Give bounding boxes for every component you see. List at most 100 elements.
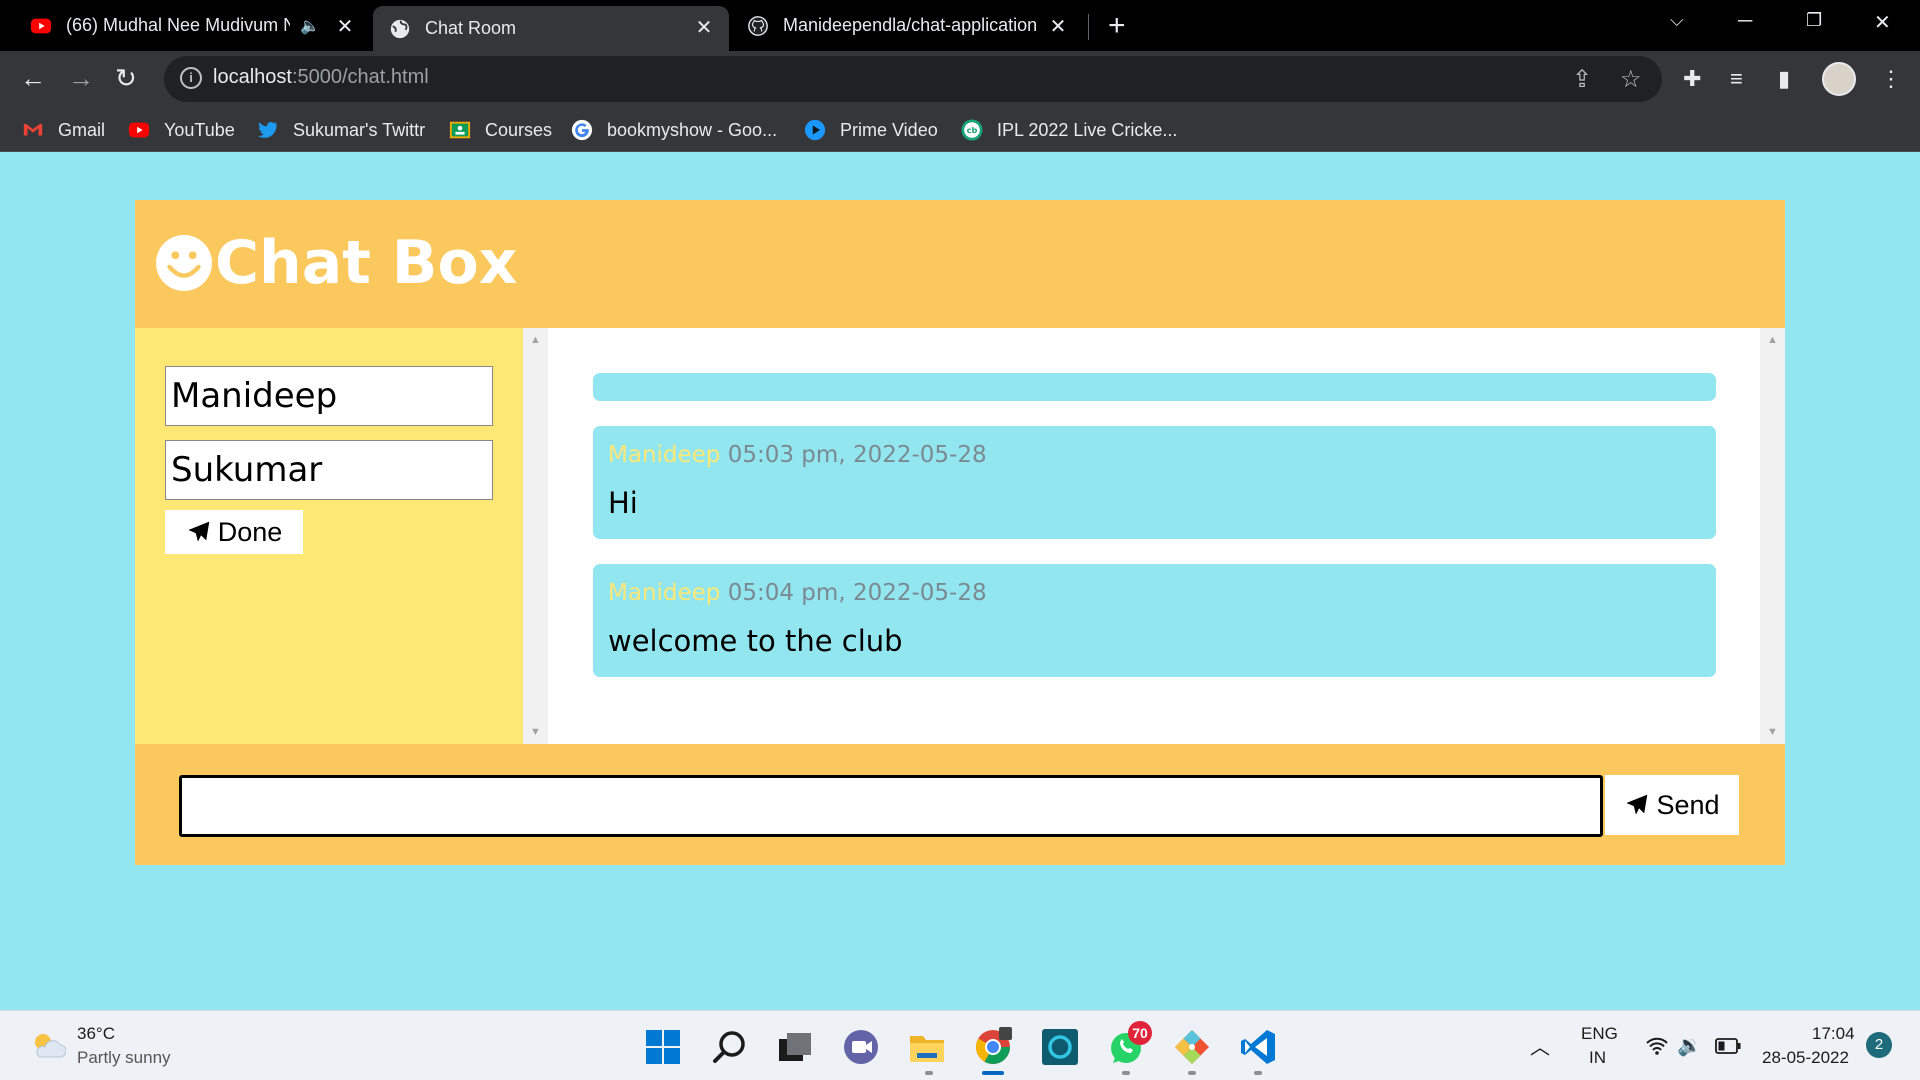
tab-title: Manideependla/chat-application [783,15,1038,35]
message-time: 05:04 pm, 2022-05-28 [727,580,987,606]
classroom-icon [449,121,471,139]
chat-box: Chat Box Done ▲ ▼ Manideep 05:03 pm, 202… [135,200,1785,865]
language-top[interactable]: ENG [1581,1024,1618,1044]
scroll-up-icon[interactable]: ▲ [530,334,541,346]
tab-chat-room[interactable]: Chat Room ✕ [373,6,729,51]
scroll-down-icon[interactable]: ▼ [1767,726,1778,738]
menu-icon[interactable]: ⋮ [1880,66,1902,92]
message-item: Manideep 05:04 pm, 2022-05-28 welcome to… [593,564,1716,677]
tab-github[interactable]: Manideependla/chat-application ✕ [733,0,1083,51]
bookmark-youtube[interactable]: YouTube [128,117,235,143]
audio-icon[interactable]: 🔈 [300,16,320,36]
url-text[interactable]: localhost:5000/chat.html [213,66,429,89]
message-item: Manideep 05:03 pm, 2022-05-28 Hi [593,426,1716,539]
recipient-input[interactable] [165,440,493,500]
message-text: Hi [608,486,638,520]
side-panel-icon[interactable]: ▮ [1778,66,1790,92]
clock-time[interactable]: 17:04 [1812,1024,1855,1044]
wifi-icon[interactable] [1645,1036,1669,1056]
cricbuzz-icon: cb [961,119,983,141]
partly-sunny-icon[interactable] [30,1031,66,1061]
gmail-icon [23,123,43,136]
search-icon[interactable] [710,1027,750,1067]
github-icon [748,15,768,36]
message-input[interactable] [179,775,1603,837]
teams-chat-icon[interactable] [841,1027,881,1067]
windows-start-icon[interactable] [643,1027,683,1067]
close-tab-icon[interactable]: ✕ [334,14,356,39]
notification-count[interactable]: 2 [1866,1032,1892,1058]
tab-strip: (66) Mudhal Nee Mudivum N 🔈 ✕ Chat Room … [0,0,1920,51]
clock-date[interactable]: 28-05-2022 [1762,1048,1849,1068]
minimize-icon[interactable]: ─ [1738,10,1752,33]
scroll-up-icon[interactable]: ▲ [1767,334,1778,346]
git-icon[interactable] [1172,1027,1212,1067]
chrome-icon[interactable] [973,1027,1013,1067]
bookmark-gmail[interactable]: Gmail [22,117,105,143]
new-tab-icon[interactable]: + [1108,9,1126,43]
running-indicator [1188,1071,1196,1075]
show-hidden-icons[interactable]: ︿ [1530,1031,1550,1060]
active-indicator [982,1071,1004,1075]
whatsapp-badge: 70 [1128,1021,1152,1045]
weather-desc[interactable]: Partly sunny [77,1048,171,1068]
send-plane-icon [188,521,210,542]
reload-icon[interactable]: ↻ [115,64,137,92]
message-list: Manideep 05:03 pm, 2022-05-28 Hi Manidee… [548,328,1760,744]
vscode-icon[interactable] [1238,1027,1278,1067]
bookmark-prime-video[interactable]: Prime Video [804,117,938,143]
close-tab-icon[interactable]: ✕ [693,15,715,40]
forward-icon[interactable]: → [68,64,94,92]
message-sender: Manideep [608,442,721,468]
volume-icon[interactable]: 🔉 [1677,1033,1702,1058]
done-button[interactable]: Done [165,510,303,554]
restore-icon[interactable]: ❐ [1806,10,1822,31]
message-text: welcome to the club [608,624,903,658]
tab-title: Chat Room [425,18,517,38]
weather-temp[interactable]: 36°C [77,1024,115,1044]
task-view-icon[interactable] [775,1027,815,1067]
chat-header: Chat Box [135,200,1785,328]
language-bottom[interactable]: IN [1589,1048,1606,1068]
send-button[interactable]: Send [1605,775,1739,835]
close-window-icon[interactable]: ✕ [1874,10,1891,35]
bookmark-twitter[interactable]: Sukumar's Twittr [257,117,425,143]
youtube-icon [128,122,150,138]
media-control-icon[interactable]: ≡ [1730,66,1743,92]
scroll-down-icon[interactable]: ▼ [530,726,541,738]
running-indicator [1254,1071,1262,1075]
bookmark-star-icon[interactable]: ☆ [1620,65,1642,94]
close-tab-icon[interactable]: ✕ [1047,14,1069,39]
back-icon[interactable]: ← [20,64,46,92]
username-input[interactable] [165,366,493,426]
done-label: Done [217,516,283,547]
bookmark-courses[interactable]: Courses [449,117,552,143]
taskbar: 36°C Partly sunny 70 ︿ ENG IN 🔉 17:04 28… [0,1010,1920,1080]
tab-youtube[interactable]: (66) Mudhal Nee Mudivum N 🔈 ✕ [0,0,370,51]
extensions-icon[interactable]: ✚ [1683,66,1701,92]
message-sender: Manideep [608,580,721,606]
share-icon[interactable]: ⇪ [1572,65,1592,94]
file-explorer-icon[interactable] [907,1027,947,1067]
bookmark-bookmyshow[interactable]: bookmyshow - Goo... [571,117,777,143]
tab-search-icon[interactable]: ⌵ [1670,10,1684,31]
message-meta: Manideep 05:03 pm, 2022-05-28 [608,442,987,468]
battery-icon[interactable] [1715,1038,1741,1054]
send-label: Send [1656,789,1720,820]
profile-avatar[interactable] [1822,62,1856,96]
left-scrollbar[interactable]: ▲ ▼ [523,328,548,744]
bookmark-ipl[interactable]: cb IPL 2022 Live Cricke... [961,117,1177,143]
right-scrollbar[interactable]: ▲ ▼ [1760,328,1785,744]
browser-toolbar: ← → ↻ i localhost:5000/chat.html ⇪ ☆ ✚ ≡… [0,51,1920,107]
svg-text:cb: cb [967,125,978,135]
address-bar[interactable]: i localhost:5000/chat.html ⇪ ☆ [164,56,1662,102]
message-empty-bar [593,373,1716,401]
chat-title-text: Chat Box [215,228,518,298]
youtube-icon [30,18,52,33]
message-time: 05:03 pm, 2022-05-28 [727,442,987,468]
site-info-icon[interactable]: i [180,67,202,89]
alexa-icon[interactable] [1040,1027,1080,1067]
running-indicator [925,1071,933,1075]
send-plane-icon [1626,794,1648,815]
running-indicator [1122,1071,1130,1075]
